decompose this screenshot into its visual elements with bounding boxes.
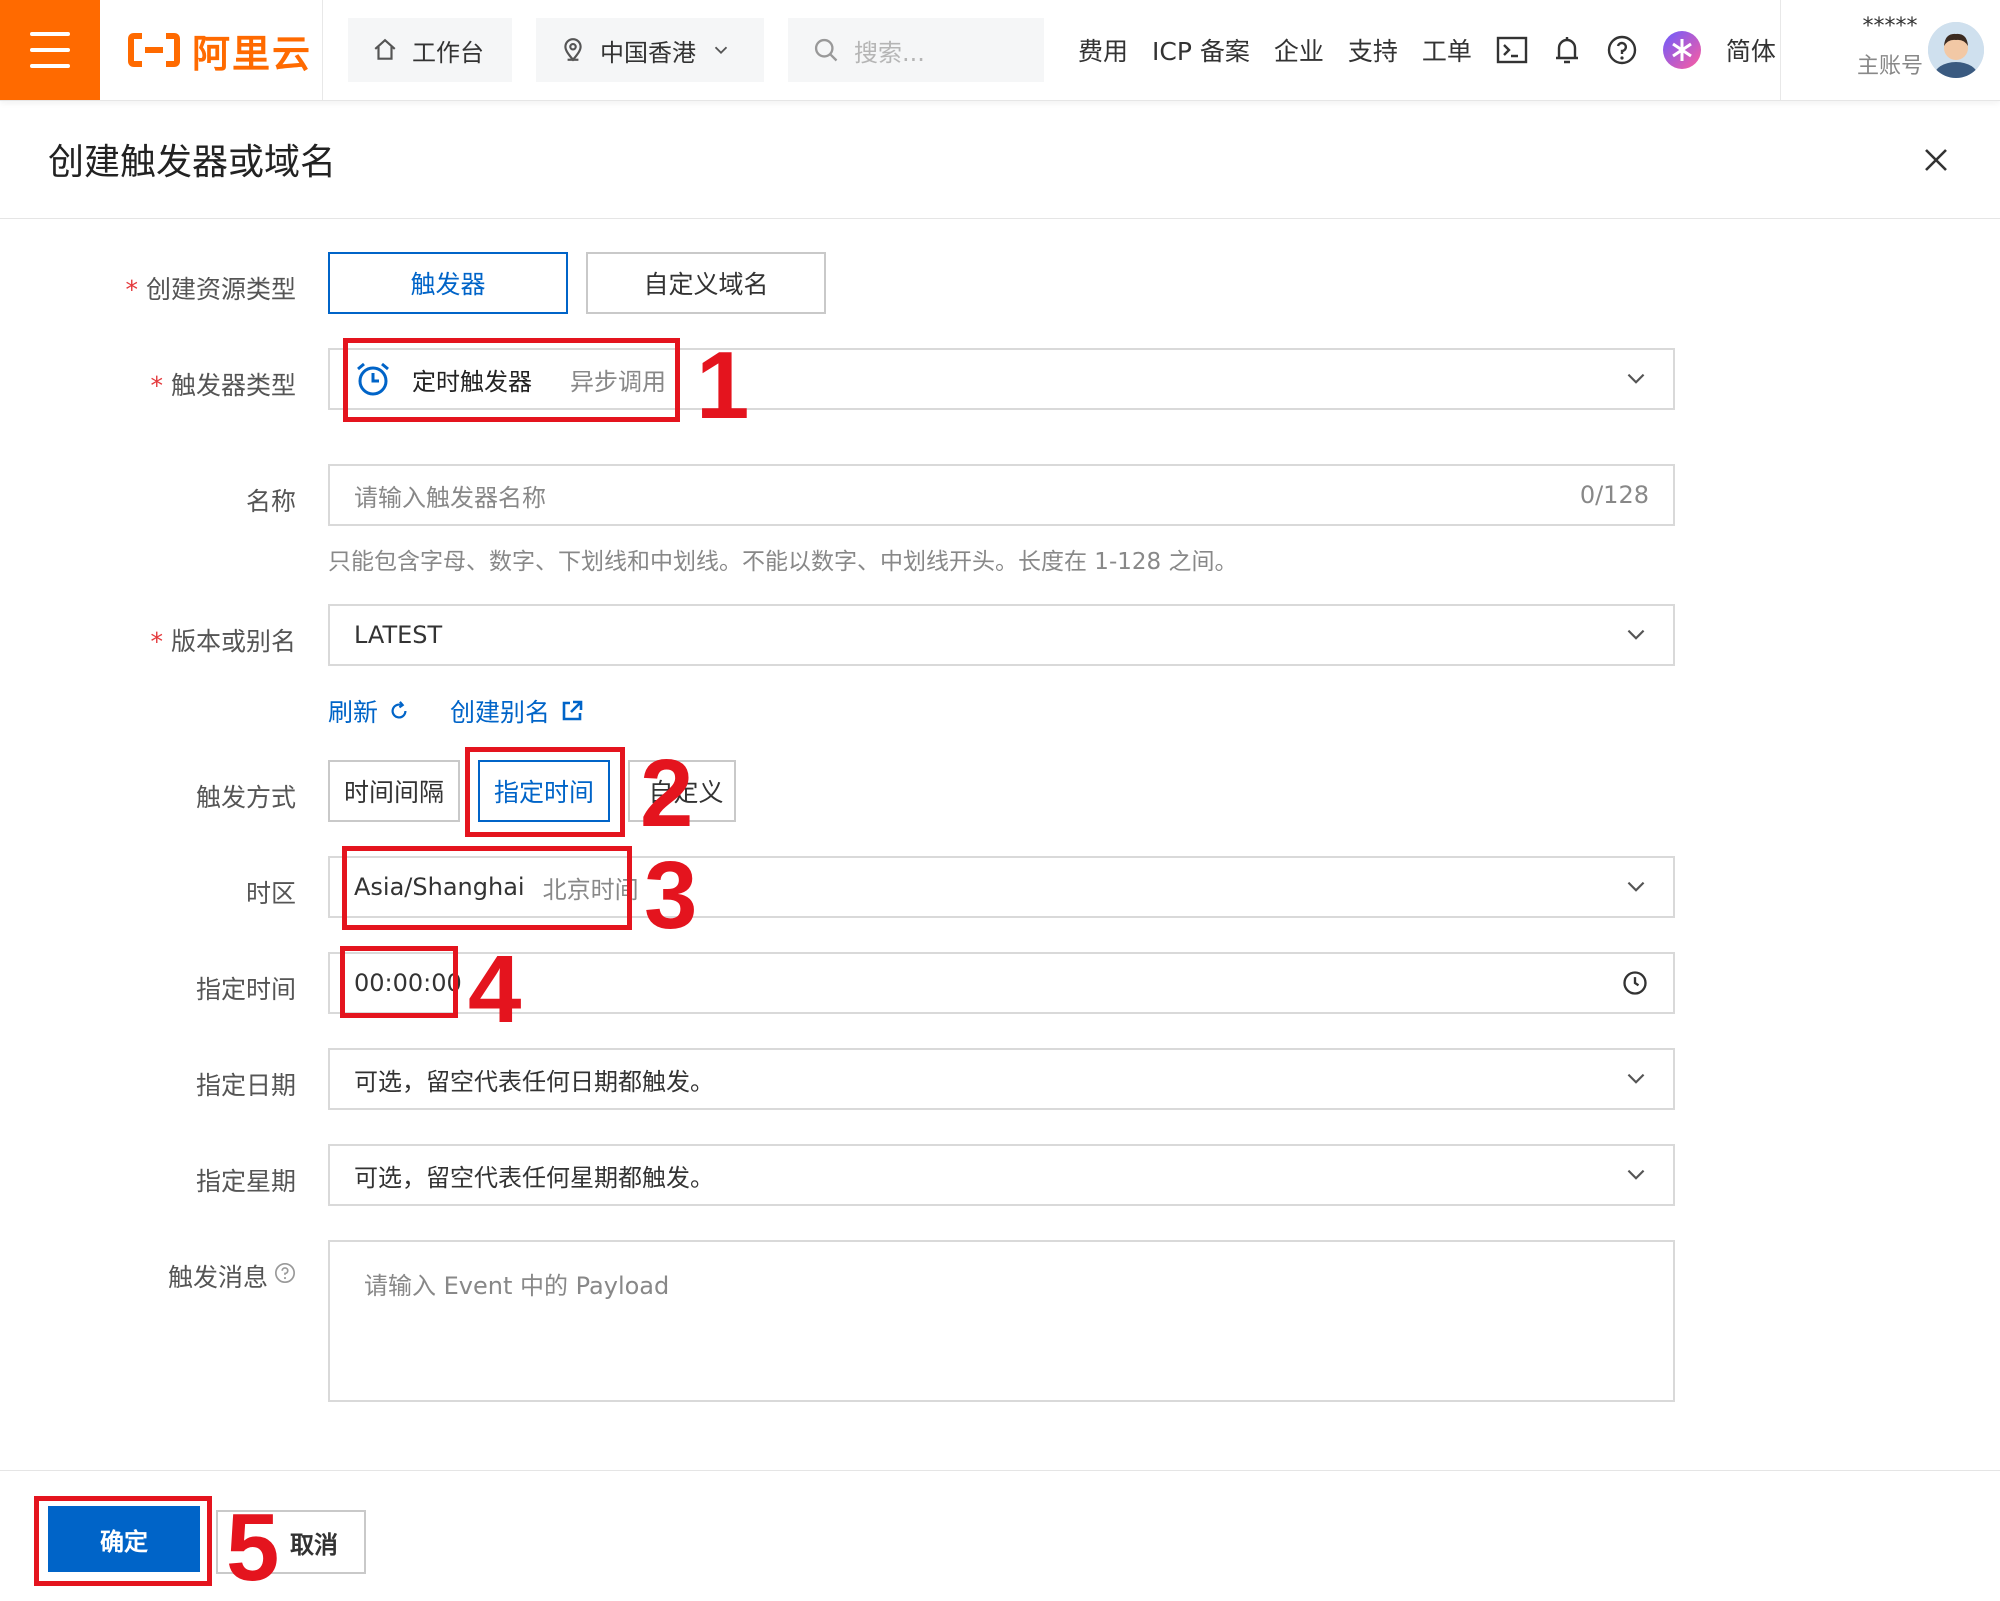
payload-help-icon[interactable] bbox=[274, 1262, 296, 1288]
required-mark: * bbox=[125, 275, 138, 304]
resource-type-label: * 创建资源类型 bbox=[36, 270, 296, 306]
annotation-number-2: 2 bbox=[640, 740, 694, 847]
language-switch[interactable]: 简体 bbox=[1726, 32, 1776, 68]
name-placeholder: 请输入触发器名称 bbox=[354, 483, 546, 512]
create-alias-link[interactable]: 创建别名 bbox=[450, 693, 584, 729]
chevron-down-icon bbox=[1627, 1073, 1645, 1084]
required-mark: * bbox=[150, 371, 163, 400]
brand-name: 阿里云 bbox=[192, 31, 313, 76]
required-mark: * bbox=[150, 627, 163, 656]
resource-type-custom-domain-button[interactable]: 自定义域名 bbox=[586, 252, 826, 314]
menu-icon-line bbox=[30, 48, 70, 52]
version-label: * 版本或别名 bbox=[36, 622, 296, 658]
workbench-label: 工作台 bbox=[412, 38, 484, 67]
help-icon[interactable] bbox=[1606, 34, 1638, 66]
user-avatar-icon bbox=[1928, 22, 1984, 78]
annotation-box-5 bbox=[34, 1496, 212, 1586]
annotation-number-1: 1 bbox=[696, 332, 750, 439]
version-value: LATEST bbox=[354, 621, 443, 649]
weekday-placeholder: 可选，留空代表任何星期都触发。 bbox=[354, 1163, 714, 1192]
global-search-input[interactable]: 搜索... bbox=[788, 18, 1044, 82]
chevron-down-icon bbox=[1627, 1169, 1645, 1180]
close-icon bbox=[1925, 149, 1947, 171]
create-alias-label: 创建别名 bbox=[450, 698, 551, 727]
top-link-enterprise[interactable]: 企业 bbox=[1274, 32, 1324, 68]
search-placeholder: 搜索... bbox=[854, 38, 925, 67]
top-links: 费用 ICP 备案 企业 支持 工单 简体 bbox=[1078, 0, 1776, 100]
date-label: 指定日期 bbox=[195, 1071, 296, 1100]
weekday-select[interactable]: 可选，留空代表任何星期都触发。 bbox=[328, 1144, 1675, 1206]
top-link-ticket[interactable]: 工单 bbox=[1422, 32, 1472, 68]
header-divider bbox=[0, 218, 2000, 219]
payload-label: 触发消息 bbox=[167, 1263, 268, 1292]
refresh-icon bbox=[391, 701, 407, 719]
name-label: 名称 bbox=[245, 487, 296, 516]
annotation-box-1 bbox=[343, 338, 680, 422]
trigger-mode-interval-button[interactable]: 时间间隔 bbox=[328, 760, 460, 822]
menu-icon bbox=[30, 32, 70, 36]
ai-assistant-icon[interactable] bbox=[1662, 30, 1702, 70]
top-link-billing[interactable]: 费用 bbox=[1078, 32, 1128, 68]
trigger-mode-interval-label: 时间间隔 bbox=[343, 778, 444, 807]
refresh-label: 刷新 bbox=[328, 698, 379, 727]
weekday-label: 指定星期 bbox=[195, 1167, 296, 1196]
external-link-icon bbox=[562, 700, 583, 721]
name-char-counter: 0/128 bbox=[1579, 481, 1649, 509]
date-select[interactable]: 可选，留空代表任何日期都触发。 bbox=[328, 1048, 1675, 1110]
close-button[interactable] bbox=[1916, 140, 1956, 180]
aliyun-logo-icon bbox=[128, 33, 180, 67]
top-link-icp[interactable]: ICP 备案 bbox=[1152, 32, 1250, 68]
version-select[interactable]: LATEST bbox=[328, 604, 1675, 666]
footer-divider bbox=[0, 1470, 2000, 1471]
annotation-number-3: 3 bbox=[644, 842, 698, 949]
region-selector[interactable]: 中国香港 bbox=[536, 18, 764, 82]
drawer-title: 创建触发器或域名 bbox=[48, 142, 337, 183]
search-icon bbox=[814, 38, 838, 62]
clock-icon bbox=[1623, 971, 1647, 995]
chevron-down-icon bbox=[714, 46, 728, 55]
time-picker-input[interactable]: 00:00:00 bbox=[328, 952, 1675, 1014]
chevron-down-icon bbox=[1627, 629, 1645, 640]
chevron-down-icon bbox=[1627, 373, 1645, 384]
bell-icon[interactable] bbox=[1552, 34, 1582, 66]
resource-type-trigger-label: 触发器 bbox=[410, 270, 486, 299]
menu-icon-line bbox=[30, 64, 70, 68]
location-pin-icon bbox=[564, 38, 582, 62]
annotation-box-4 bbox=[340, 946, 458, 1018]
date-placeholder: 可选，留空代表任何日期都触发。 bbox=[354, 1067, 714, 1096]
resource-type-custom-domain-label: 自定义域名 bbox=[643, 270, 769, 299]
divider bbox=[1780, 0, 1781, 100]
name-input[interactable]: 请输入触发器名称 0/128 bbox=[328, 464, 1675, 526]
version-label-text: 版本或别名 bbox=[170, 627, 296, 656]
resource-type-label-text: 创建资源类型 bbox=[145, 275, 296, 304]
refresh-link[interactable]: 刷新 bbox=[328, 693, 410, 729]
timezone-label: 时区 bbox=[245, 879, 296, 908]
annotation-box-3 bbox=[342, 846, 632, 930]
name-hint: 只能包含字母、数字、下划线和中划线。不能以数字、中划线开头。长度在 1-128 … bbox=[328, 549, 1238, 575]
trigger-type-label: * 触发器类型 bbox=[36, 366, 296, 402]
trigger-type-label-text: 触发器类型 bbox=[170, 371, 296, 400]
hamburger-menu-button[interactable] bbox=[0, 0, 100, 100]
resource-type-trigger-button[interactable]: 触发器 bbox=[328, 252, 568, 314]
region-label: 中国香港 bbox=[600, 38, 696, 67]
top-link-support[interactable]: 支持 bbox=[1348, 32, 1398, 68]
annotation-number-5: 5 bbox=[226, 1494, 280, 1601]
chevron-down-icon bbox=[1627, 881, 1645, 892]
aliyun-logo[interactable]: 阿里云 bbox=[128, 22, 312, 78]
time-label: 指定时间 bbox=[195, 975, 296, 1004]
payload-placeholder: 请输入 Event 中的 Payload bbox=[364, 1272, 670, 1300]
trigger-mode-label: 触发方式 bbox=[195, 783, 296, 812]
terminal-icon[interactable] bbox=[1496, 35, 1528, 65]
avatar[interactable] bbox=[1928, 22, 1984, 78]
annotation-number-4: 4 bbox=[468, 936, 522, 1043]
payload-textarea[interactable]: 请输入 Event 中的 Payload bbox=[328, 1240, 1675, 1402]
divider bbox=[322, 0, 323, 100]
workbench-button[interactable]: 工作台 bbox=[348, 18, 512, 82]
home-icon bbox=[374, 38, 396, 60]
annotation-box-2 bbox=[465, 747, 625, 837]
